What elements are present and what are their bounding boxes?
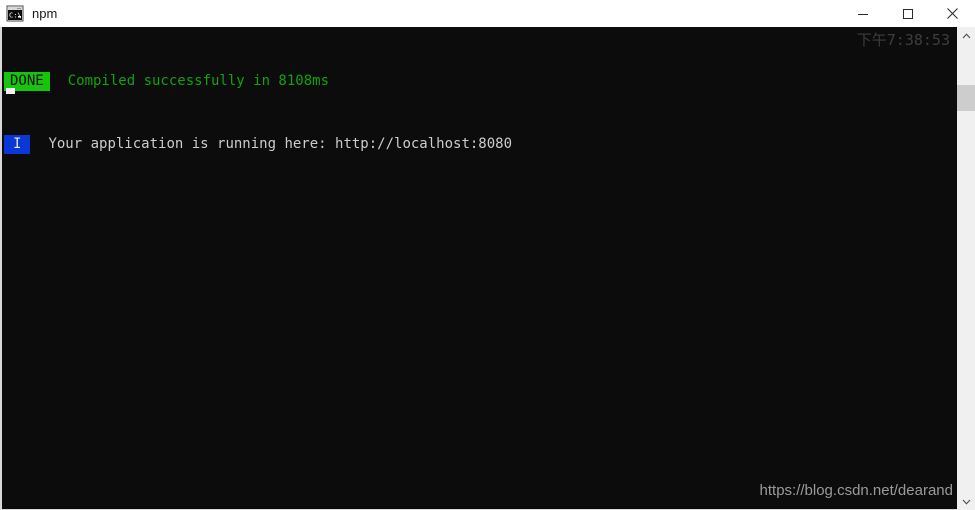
app-running-message: Your application is running here: http:/… bbox=[48, 136, 513, 152]
scroll-up-button[interactable] bbox=[957, 27, 975, 44]
chevron-down-icon bbox=[962, 499, 970, 505]
cmd-console-icon: C:\ bbox=[6, 5, 24, 22]
terminal-output-area[interactable]: DONE Compiled successfully in 8108ms I Y… bbox=[0, 27, 975, 510]
console-window: C:\ npm DONE Compiled successfully in 81… bbox=[0, 0, 975, 510]
terminal-text: DONE Compiled successfully in 8108ms I Y… bbox=[4, 29, 955, 197]
minimize-icon bbox=[857, 13, 868, 15]
close-button[interactable] bbox=[930, 0, 975, 27]
maximize-icon bbox=[902, 8, 913, 19]
scroll-down-button[interactable] bbox=[957, 493, 975, 510]
close-icon bbox=[947, 8, 958, 19]
compile-success-message: Compiled successfully in 8108ms bbox=[67, 73, 330, 89]
watermark-url: https://blog.csdn.net/dearand bbox=[759, 482, 953, 499]
titlebar-left-group: C:\ npm bbox=[0, 5, 840, 22]
minimize-button[interactable] bbox=[840, 0, 885, 27]
terminal-line-info: I Your application is running here: http… bbox=[4, 134, 955, 155]
vertical-scrollbar[interactable] bbox=[957, 27, 975, 510]
svg-text:C:\: C:\ bbox=[9, 12, 22, 20]
scrollbar-thumb[interactable] bbox=[957, 85, 975, 111]
clock-overlay: 下午7:38:53 bbox=[856, 31, 950, 49]
window-title: npm bbox=[32, 6, 58, 21]
terminal-line-done: DONE Compiled successfully in 8108ms bbox=[4, 71, 955, 92]
window-titlebar[interactable]: C:\ npm bbox=[0, 0, 975, 27]
terminal-cursor bbox=[6, 88, 15, 94]
chevron-up-icon bbox=[962, 32, 970, 38]
status-badge-info: I bbox=[4, 135, 31, 154]
maximize-button[interactable] bbox=[885, 0, 930, 27]
